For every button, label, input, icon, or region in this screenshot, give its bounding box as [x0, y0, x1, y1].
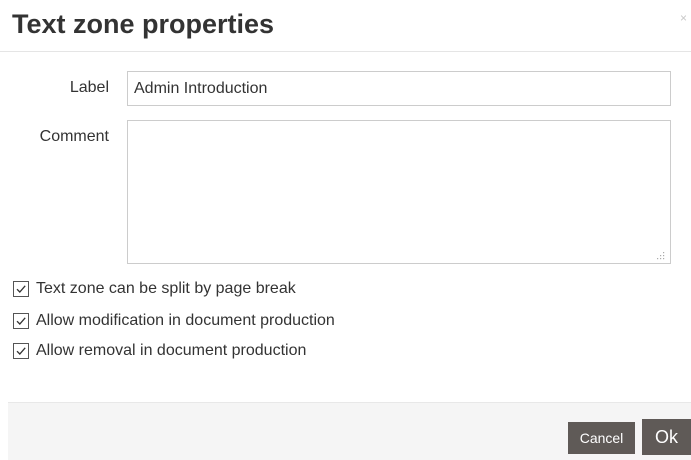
checkbox[interactable] — [13, 343, 29, 359]
text-zone-properties-dialog: Text zone properties × Label Comment Tex… — [0, 0, 691, 460]
label-input[interactable] — [127, 71, 671, 106]
checkmark-icon — [16, 347, 26, 355]
close-icon[interactable]: × — [680, 11, 687, 25]
option-label: Allow modification in document productio… — [36, 312, 335, 329]
option-allow-modification[interactable]: Allow modification in document productio… — [13, 311, 335, 331]
comment-caption: Comment — [39, 128, 109, 145]
cancel-button[interactable]: Cancel — [568, 422, 635, 454]
dialog-title: Text zone properties — [12, 9, 275, 39]
label-caption: Label — [69, 79, 109, 96]
checkmark-icon — [16, 285, 26, 293]
option-label: Allow removal in document production — [36, 342, 307, 359]
dialog-header: Text zone properties × — [0, 0, 691, 52]
option-label: Text zone can be split by page break — [36, 280, 296, 297]
comment-textarea[interactable] — [127, 120, 671, 264]
checkmark-icon — [16, 317, 26, 325]
option-split-page-break[interactable]: Text zone can be split by page break — [13, 279, 296, 299]
checkbox[interactable] — [13, 281, 29, 297]
resize-grip-icon[interactable] — [655, 250, 665, 260]
checkbox[interactable] — [13, 313, 29, 329]
option-allow-removal[interactable]: Allow removal in document production — [13, 341, 306, 361]
ok-button[interactable]: Ok — [642, 419, 691, 455]
